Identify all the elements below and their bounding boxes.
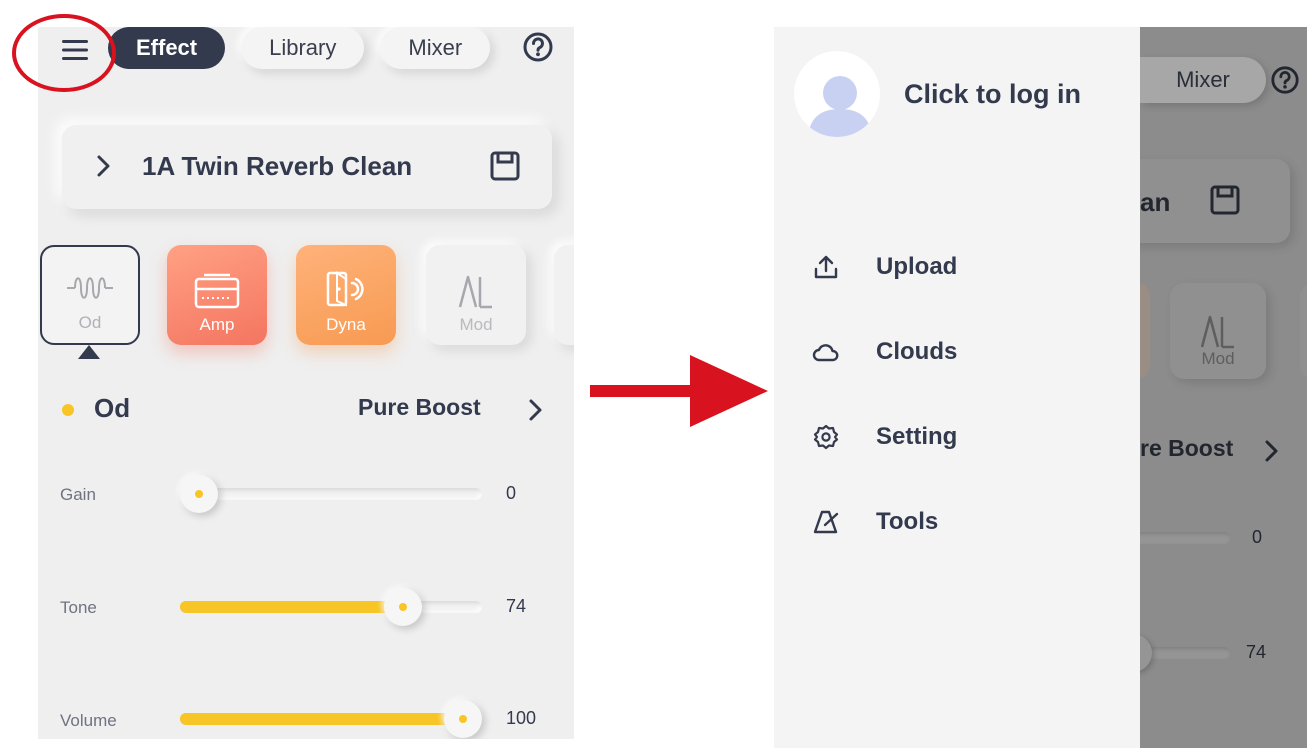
module-label: Dyna (326, 315, 366, 334)
tone-slider[interactable] (180, 588, 482, 626)
side-drawer: Click to log in Upload Clouds Setting To… (774, 27, 1140, 748)
tab-library[interactable]: Library (241, 27, 365, 69)
amp-icon (194, 273, 240, 309)
effect-name[interactable]: Pure Boost (358, 394, 481, 421)
help-icon[interactable] (522, 31, 554, 63)
drawer-screen: Mixer an Mod re Boost 0 74 Click to log … (774, 27, 1307, 748)
effect-screen: Effect Library Mixer 1A Twin Reverb Clea… (38, 27, 574, 739)
backdrop-module-partial (1140, 283, 1150, 379)
upload-icon (812, 253, 840, 281)
menu-button[interactable] (58, 33, 92, 67)
top-tabs: Effect Library Mixer (108, 27, 491, 71)
backdrop-value-gain: 0 (1252, 527, 1263, 547)
backdrop-slider-gain (1140, 532, 1230, 544)
dimmed-backdrop[interactable]: Mixer an Mod re Boost 0 74 (1140, 27, 1307, 748)
mod-icon (458, 275, 492, 309)
module-label: Od (78, 313, 102, 332)
module-od[interactable]: Od (40, 245, 140, 345)
metronome-icon (812, 508, 840, 536)
slider-fill (180, 713, 482, 725)
preset-selector[interactable]: 1A Twin Reverb Clean (62, 125, 552, 209)
od-waveform-icon (67, 277, 113, 299)
backdrop-value-tone: 74 (1246, 642, 1267, 662)
param-label-volume: Volume (60, 711, 117, 730)
param-label-tone: Tone (60, 598, 97, 617)
module-mod[interactable]: Mod (426, 245, 526, 345)
param-label-gain: Gain (60, 485, 96, 504)
chevron-right-icon (1265, 440, 1278, 462)
status-dot (62, 404, 74, 416)
tab-mixer[interactable]: Mixer (380, 27, 491, 69)
tab-effect[interactable]: Effect (108, 27, 226, 69)
menu-item-clouds[interactable]: Clouds (812, 332, 957, 372)
hamburger-icon (62, 40, 88, 60)
login-link[interactable]: Click to log in (904, 79, 1081, 110)
param-value-tone: 74 (506, 596, 527, 616)
backdrop-knob (1140, 634, 1152, 672)
backdrop-module-next (1300, 283, 1307, 379)
chevron-right-icon[interactable] (528, 397, 544, 423)
volume-slider[interactable] (180, 700, 482, 738)
slider-fill (180, 601, 403, 613)
avatar[interactable] (794, 51, 880, 137)
module-title: Od (94, 393, 131, 423)
cloud-icon (812, 338, 840, 366)
module-dyna[interactable]: Dyna (296, 245, 396, 345)
module-amp[interactable]: Amp (167, 245, 267, 345)
menu-item-setting[interactable]: Setting (812, 417, 957, 457)
user-icon (808, 76, 872, 137)
backdrop-tab-mixer: Mixer (1140, 57, 1266, 103)
preset-name: 1A Twin Reverb Clean (142, 151, 413, 181)
backdrop-effect-name: re Boost (1140, 435, 1234, 461)
module-label: Mod (459, 315, 493, 334)
menu-item-label: Upload (876, 253, 958, 280)
help-icon (1271, 66, 1299, 94)
slider-knob[interactable] (180, 475, 218, 513)
backdrop-preset-text: an (1140, 187, 1171, 217)
menu-item-label: Clouds (876, 338, 958, 365)
module-next[interactable] (554, 245, 574, 345)
save-icon (1210, 185, 1240, 215)
module-chain: Od Amp Dyna Mod (38, 245, 574, 355)
chevron-right-icon (97, 155, 110, 177)
backdrop-module-mod: Mod (1170, 283, 1266, 379)
slider-knob[interactable] (384, 588, 422, 626)
menu-item-label: Setting (876, 423, 958, 450)
module-label: Amp (199, 315, 235, 334)
menu-item-label: Tools (876, 508, 939, 535)
module-label: Mod (1201, 349, 1235, 368)
param-value-volume: 100 (506, 708, 537, 728)
gain-slider[interactable] (180, 475, 482, 513)
menu-item-tools[interactable]: Tools (812, 502, 938, 542)
selection-indicator (78, 345, 100, 359)
menu-item-upload[interactable]: Upload (812, 247, 957, 287)
transition-arrow-icon (590, 355, 768, 427)
gear-icon (812, 423, 840, 451)
slider-knob[interactable] (444, 700, 482, 738)
backdrop-preset: an (1140, 159, 1290, 243)
dyna-icon (326, 271, 364, 307)
param-value-gain: 0 (506, 483, 517, 503)
backdrop-slider-tone (1140, 647, 1230, 659)
mod-icon (1200, 315, 1234, 349)
save-icon[interactable] (490, 151, 520, 181)
